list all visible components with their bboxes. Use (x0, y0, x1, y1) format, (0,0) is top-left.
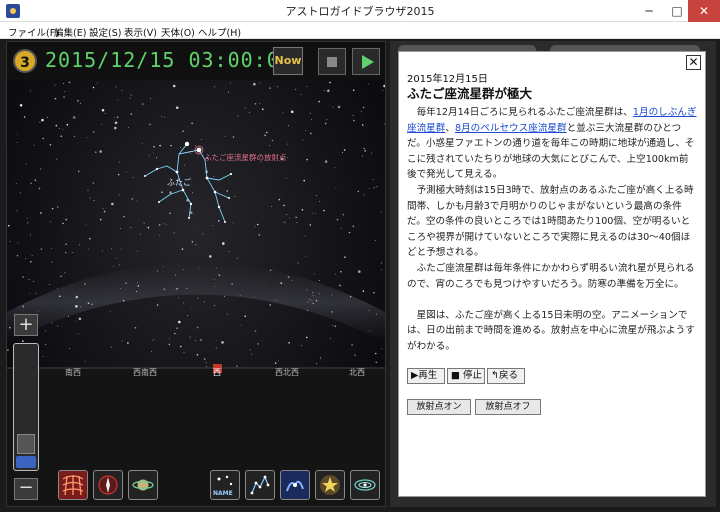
description-paragraph: 毎年12月14日ごろに見られるふたご座流星群は、1月のしぶんぎ座流星群、8月のペ… (407, 107, 697, 181)
menu-file[interactable]: ファイル(F) (8, 25, 59, 39)
zoom-slider[interactable] (13, 343, 39, 471)
zoom-in-button[interactable]: + (14, 314, 38, 336)
constellation-line-icon (250, 475, 270, 495)
compass-icon (98, 475, 118, 495)
menu-view[interactable]: 表示(V) (124, 25, 157, 39)
event-title: ふたご座流星群が極大 (407, 86, 533, 101)
galaxy-tool-button[interactable] (350, 470, 380, 500)
sky-view-panel[interactable]: ふたご座流星群の放射点 ふたご 南西 西南西 西 西北西 北西 3 2015/1… (6, 41, 386, 507)
menu-object[interactable]: 天体(O) (161, 25, 195, 39)
title-bar: アストロガイドブラウザ2015 ─ □ ✕ (0, 0, 720, 22)
constellation-art-tool-button[interactable] (280, 470, 310, 500)
close-window-button[interactable]: ✕ (688, 0, 720, 22)
compass-tool-button[interactable] (93, 470, 123, 500)
menu-bar: ファイル(F) 編集(E) 設定(S) 表示(V) 天体(O) ヘルプ(H) (0, 22, 720, 39)
planet-tool-button[interactable] (128, 470, 158, 500)
info-panel: ✕ 2015年12月15日 ふたご座流星群が極大 毎年12月14日ごろに見られる… (390, 41, 716, 507)
close-info-button[interactable]: ✕ (686, 55, 701, 70)
menu-help[interactable]: ヘルプ(H) (198, 25, 241, 39)
radiant-off-button[interactable]: 放射点オフ (475, 399, 541, 415)
radiant-label: ふたご座流星群の放射点 (204, 152, 287, 162)
star-tool-button[interactable] (315, 470, 345, 500)
moon-age-badge: 3 (13, 49, 37, 73)
description-paragraph: 予測極大時刻は15日3時で、放射点のあるふたご座が高く上る時間帯、しかも月齢3で… (407, 184, 694, 259)
animation-stop-button[interactable]: ■ 停止 (447, 368, 485, 384)
description-paragraph: ふたご座流星群は毎年条件にかかわらず明るい流れ星が見られるので、宵のころでも見つ… (407, 262, 695, 290)
direction-label: 北西 (349, 368, 365, 377)
event-info-box: ✕ 2015年12月15日 ふたご座流星群が極大 毎年12月14日ごろに見られる… (398, 51, 706, 497)
window-title: アストロガイドブラウザ2015 (285, 5, 435, 18)
description-paragraph: 星図は、ふたご座が高く上る15日未明の空。アニメーションでは、日の出前まで時間を… (407, 309, 695, 352)
galaxy-icon (354, 479, 376, 491)
radiant-on-button[interactable]: 放射点オン (407, 399, 471, 415)
menu-edit[interactable]: 編集(E) (54, 25, 86, 39)
animation-back-button[interactable]: ↰戻る (487, 368, 525, 384)
saturn-icon (132, 479, 154, 491)
perseids-link[interactable]: 8月のペルセウス座流星群 (455, 123, 567, 134)
zoom-out-button[interactable]: − (14, 478, 38, 500)
event-description: 毎年12月14日ごろに見られるふたご座流星群は、1月のしぶんぎ座流星群、8月のペ… (407, 105, 697, 355)
direction-label: 南西 (65, 368, 81, 377)
sky-header: 3 2015/12/15 03:00:00 Now (7, 42, 385, 80)
grid-icon (62, 475, 84, 496)
constellation-label: ふたご (167, 177, 191, 187)
name-tool-button[interactable]: NAME (210, 470, 240, 500)
play-icon (362, 55, 374, 69)
sky-map[interactable]: ふたご座流星群の放射点 ふたご (7, 42, 385, 506)
constellation-line-tool-button[interactable] (245, 470, 275, 500)
zoom-slider-fill (16, 456, 36, 468)
datetime-display[interactable]: 2015/12/15 03:00:00 (45, 48, 293, 72)
minimize-button[interactable]: ─ (634, 0, 664, 22)
direction-label: 西北西 (275, 368, 299, 377)
stop-icon (327, 57, 337, 67)
menu-settings[interactable]: 設定(S) (89, 25, 121, 39)
constellation-art-icon (286, 480, 304, 492)
stop-button[interactable] (318, 48, 346, 75)
name-tool-label: NAME (213, 490, 233, 497)
star-icon (320, 475, 340, 495)
direction-label: 西南西 (133, 368, 157, 377)
play-button[interactable] (352, 48, 380, 75)
now-button[interactable]: Now (273, 47, 303, 75)
direction-label: 西 (213, 368, 221, 377)
grid-tool-button[interactable] (58, 470, 88, 500)
animation-play-button[interactable]: ▶再生 (407, 368, 445, 384)
zoom-slider-thumb[interactable] (17, 434, 35, 454)
